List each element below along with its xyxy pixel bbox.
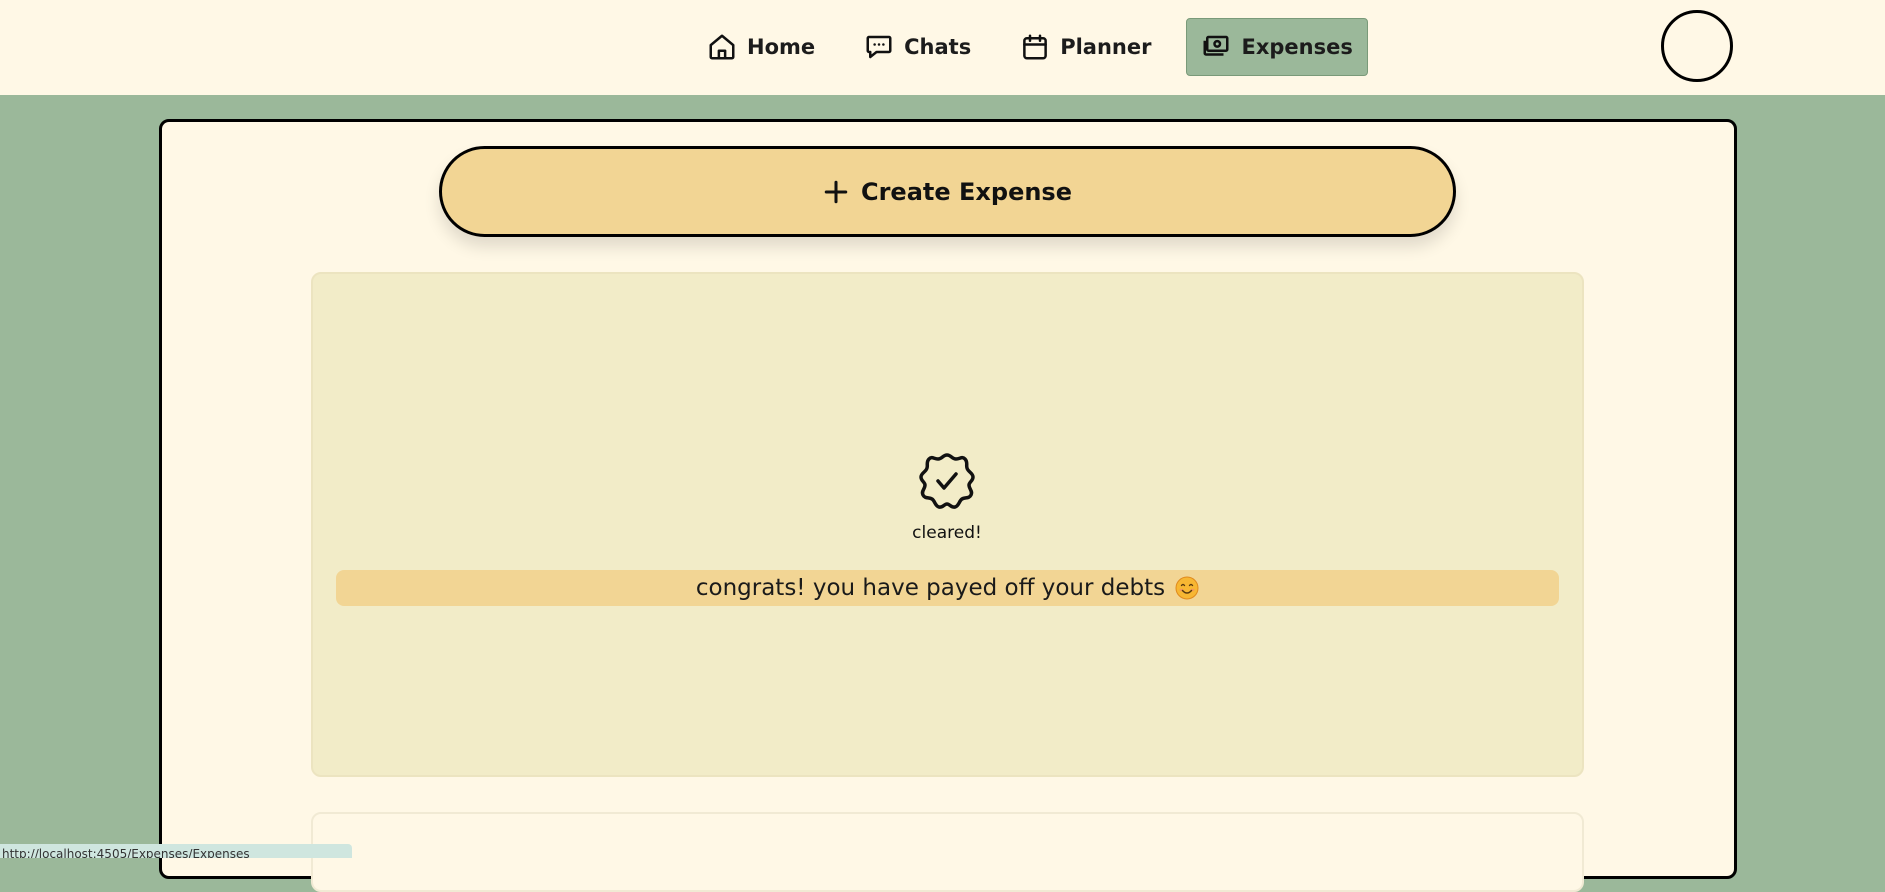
nav-item-label: Planner — [1060, 35, 1152, 59]
nav-item-chats[interactable]: Chats — [850, 18, 985, 76]
main-nav: Home Chats Planner Expenses — [693, 18, 1368, 76]
chat-icon — [864, 32, 894, 62]
calendar-icon — [1020, 32, 1050, 62]
smiling-face-icon — [1175, 576, 1199, 600]
nav-item-label: Home — [747, 35, 816, 59]
home-icon — [707, 32, 737, 62]
create-expense-label: Create Expense — [860, 177, 1072, 206]
plus-icon — [823, 179, 849, 205]
nav-item-label: Expenses — [1241, 35, 1353, 59]
profile-avatar[interactable] — [1661, 10, 1733, 82]
nav-item-expenses[interactable]: Expenses — [1186, 18, 1368, 76]
expense-list-card — [311, 812, 1584, 892]
congrats-message: congrats! you have payed off your debts — [336, 570, 1559, 606]
nav-item-home[interactable]: Home — [693, 18, 829, 76]
top-navigation-bar: Home Chats Planner Expenses — [0, 0, 1885, 95]
nav-item-planner[interactable]: Planner — [1006, 18, 1165, 76]
nav-item-label: Chats — [904, 35, 972, 59]
cleared-status-label: cleared! — [912, 523, 982, 543]
congrats-text: congrats! you have payed off your debts — [695, 575, 1166, 601]
create-expense-button[interactable]: Create Expense — [439, 146, 1456, 237]
money-icon — [1201, 32, 1231, 62]
verified-badge-icon — [917, 451, 977, 511]
